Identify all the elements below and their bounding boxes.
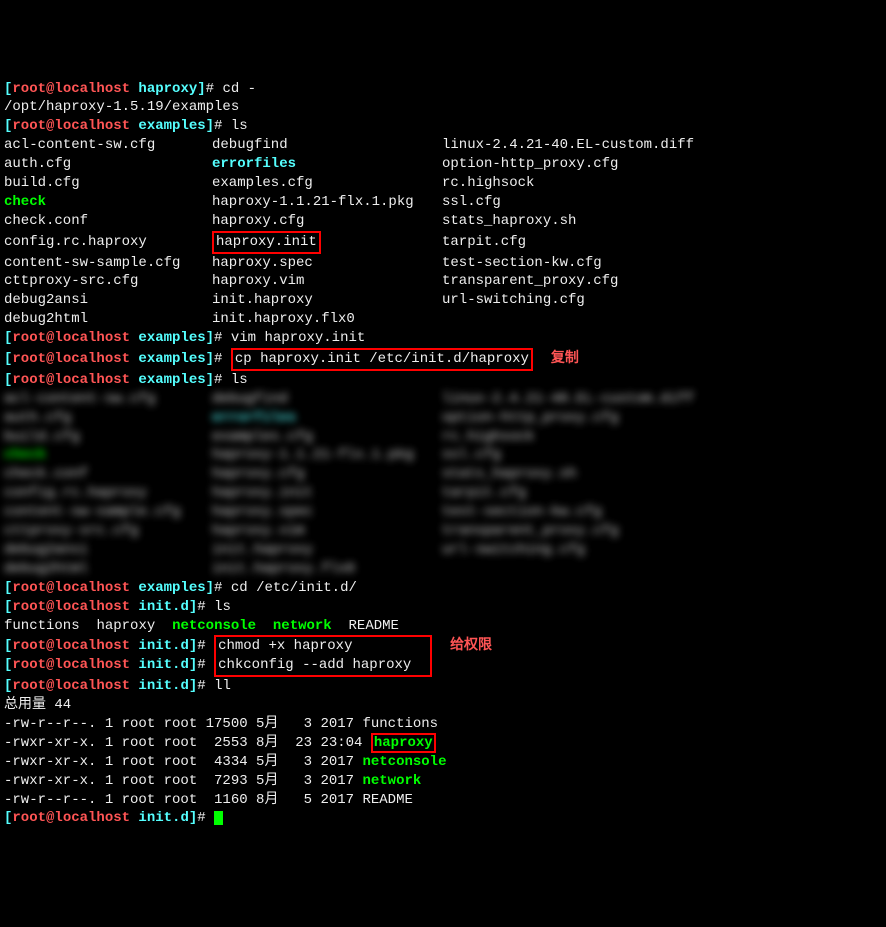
ll-row: -rwxr-xr-x. 1 root root 7293 5月 3 2017 n…	[4, 772, 882, 791]
line: [root@localhost init.d]#	[4, 809, 882, 828]
ls-row: checkhaproxy-1.1.21-flx.1.pkgssl.cfg	[4, 193, 882, 212]
line: [root@localhost examples]# cp haproxy.in…	[4, 348, 882, 371]
blurred-ls-output: acl-content-sw.cfgdebugfindlinux-2.4.21-…	[4, 390, 882, 579]
cursor	[214, 811, 223, 825]
ls-row: auth.cfgerrorfilesoption-http_proxy.cfg	[4, 155, 882, 174]
line: /opt/haproxy-1.5.19/examples	[4, 98, 882, 117]
ls-row: config.rc.haproxyhaproxy.inittarpit.cfg	[4, 231, 882, 254]
ls-row: debug2ansiinit.haproxyurl-switching.cfg	[4, 291, 882, 310]
ll-row: -rwxr-xr-x. 1 root root 2553 8月 23 23:04…	[4, 734, 882, 753]
line: [root@localhost init.d]# chkconfig --add…	[4, 656, 882, 677]
ls-row: debug2htmlinit.haproxy.flx0	[4, 310, 882, 329]
ls-row: build.cfgexamples.cfgrc.highsock	[4, 174, 882, 193]
ll-row: -rw-r--r--. 1 root root 1160 8月 5 2017 R…	[4, 791, 882, 810]
line: [root@localhost init.d]# chmod +x haprox…	[4, 635, 882, 656]
line: [root@localhost examples]# vim haproxy.i…	[4, 329, 882, 348]
ll-row: -rw-r--r--. 1 root root 17500 5月 3 2017 …	[4, 715, 882, 734]
line: [root@localhost init.d]# ls	[4, 598, 882, 617]
ls-row: cttproxy-src.cfghaproxy.vimtransparent_p…	[4, 272, 882, 291]
ls-row: acl-content-sw.cfgdebugfindlinux-2.4.21-…	[4, 136, 882, 155]
annotation-copy: 复制	[533, 349, 579, 365]
line: [root@localhost examples]# ls	[4, 117, 882, 136]
ls-row: check.confhaproxy.cfgstats_haproxy.sh	[4, 212, 882, 231]
terminal-output[interactable]: [root@localhost haproxy]# cd -/opt/hapro…	[4, 80, 882, 829]
ls-row: functions haproxy netconsole network REA…	[4, 617, 882, 636]
line: [root@localhost init.d]# ll	[4, 677, 882, 696]
line: [root@localhost examples]# ls	[4, 371, 882, 390]
line: [root@localhost haproxy]# cd -	[4, 80, 882, 99]
ll-row: -rwxr-xr-x. 1 root root 4334 5月 3 2017 n…	[4, 753, 882, 772]
ll-total: 总用量 44	[4, 696, 882, 715]
ls-row: content-sw-sample.cfghaproxy.spectest-se…	[4, 254, 882, 273]
annotation-perm: 给权限	[432, 636, 492, 652]
line: [root@localhost examples]# cd /etc/init.…	[4, 579, 882, 598]
